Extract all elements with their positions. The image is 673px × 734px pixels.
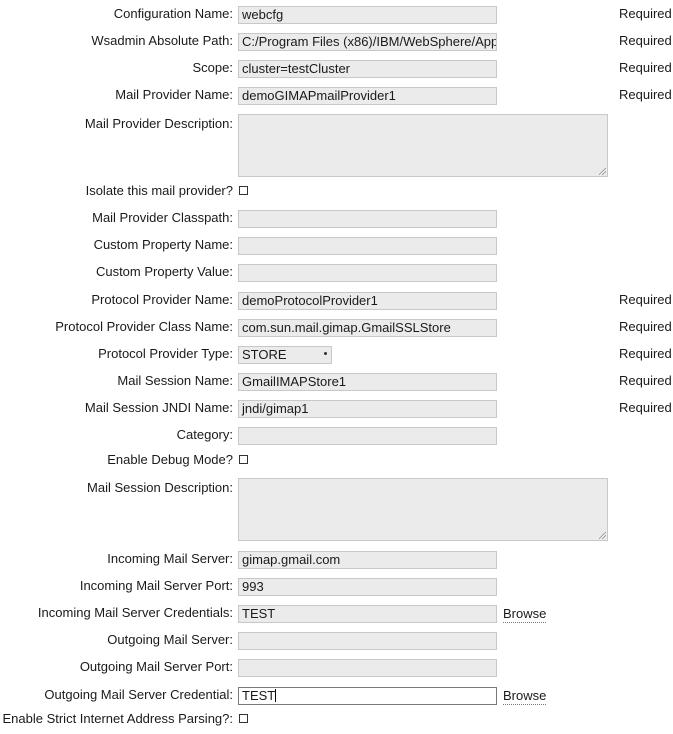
- protocol-provider-type-select[interactable]: STORE: [238, 346, 332, 364]
- outgoing-port-input[interactable]: [238, 659, 497, 677]
- enable-debug-label: Enable Debug Mode?: [107, 452, 233, 467]
- incoming-server-label: Incoming Mail Server:: [107, 551, 233, 566]
- mail-session-jndi-input[interactable]: jndi/gimap1: [238, 400, 497, 418]
- incoming-port-input[interactable]: 993: [238, 578, 497, 596]
- config-name-input[interactable]: webcfg: [238, 6, 497, 24]
- protocol-provider-name-label: Protocol Provider Name:: [91, 292, 233, 307]
- dropdown-caret-icon: [324, 352, 327, 355]
- resize-grip-icon[interactable]: [599, 532, 606, 539]
- custom-prop-value-label: Custom Property Value:: [95, 264, 233, 279]
- isolate-provider-label: Isolate this mail provider?: [85, 183, 233, 198]
- scope-required: Required: [619, 60, 672, 75]
- mail-session-name-input[interactable]: GmailIMAPStore1: [238, 373, 497, 391]
- config-name-label: Configuration Name:: [113, 6, 233, 21]
- category-input[interactable]: [238, 427, 497, 445]
- outgoing-creds-value: TEST: [242, 688, 276, 703]
- outgoing-server-label: Outgoing Mail Server:: [107, 632, 233, 647]
- mail-session-jndi-required: Required: [619, 400, 672, 415]
- mail-provider-name-required: Required: [619, 87, 672, 102]
- incoming-creds-browse-link[interactable]: Browse: [503, 606, 547, 623]
- mail-provider-desc-label: Mail Provider Description:: [84, 116, 233, 131]
- wsadmin-path-label: Wsadmin Absolute Path:: [91, 33, 233, 48]
- wsadmin-path-required: Required: [619, 33, 672, 48]
- protocol-provider-class-label: Protocol Provider Class Name:: [55, 319, 233, 334]
- incoming-creds-input[interactable]: TEST: [238, 605, 497, 623]
- protocol-provider-name-required: Required: [619, 292, 672, 307]
- outgoing-server-input[interactable]: [238, 632, 497, 650]
- mail-session-desc-textarea[interactable]: [238, 478, 608, 541]
- scope-label: Scope:: [192, 60, 233, 75]
- scope-input[interactable]: cluster=testCluster: [238, 60, 497, 78]
- mail-provider-classpath-label: Mail Provider Classpath:: [92, 210, 233, 225]
- outgoing-creds-input[interactable]: TEST: [238, 687, 497, 705]
- protocol-provider-class-input[interactable]: com.sun.mail.gimap.GmailSSLStore: [238, 319, 497, 337]
- custom-prop-name-input[interactable]: [238, 237, 497, 255]
- protocol-provider-type-required: Required: [619, 346, 672, 361]
- mail-provider-name-input[interactable]: demoGIMAPmailProvider1: [238, 87, 497, 105]
- mail-session-desc-label: Mail Session Description:: [87, 480, 233, 495]
- outgoing-creds-label: Outgoing Mail Server Credential:: [44, 687, 233, 702]
- protocol-provider-name-input[interactable]: demoProtocolProvider1: [238, 292, 497, 310]
- enable-debug-checkbox[interactable]: [239, 455, 248, 464]
- mail-session-name-required: Required: [619, 373, 672, 388]
- outgoing-port-label: Outgoing Mail Server Port:: [79, 659, 233, 674]
- strict-parsing-checkbox[interactable]: [239, 714, 248, 723]
- isolate-provider-checkbox[interactable]: [239, 186, 248, 195]
- protocol-provider-type-value: STORE: [242, 347, 287, 362]
- resize-grip-icon[interactable]: [599, 168, 606, 175]
- incoming-creds-label: Incoming Mail Server Credentials:: [37, 605, 233, 620]
- strict-parsing-label: Enable Strict Internet Address Parsing?:: [2, 711, 233, 726]
- mail-provider-desc-textarea[interactable]: [238, 114, 608, 177]
- outgoing-creds-browse-link[interactable]: Browse: [503, 688, 547, 705]
- protocol-provider-type-label: Protocol Provider Type:: [98, 346, 233, 361]
- custom-prop-value-input[interactable]: [238, 264, 497, 282]
- mail-session-jndi-label: Mail Session JNDI Name:: [84, 400, 233, 415]
- incoming-server-input[interactable]: gimap.gmail.com: [238, 551, 497, 569]
- protocol-provider-class-required: Required: [619, 319, 672, 334]
- incoming-port-label: Incoming Mail Server Port:: [79, 578, 233, 593]
- mail-provider-name-label: Mail Provider Name:: [115, 87, 233, 102]
- custom-prop-name-label: Custom Property Name:: [93, 237, 233, 252]
- text-cursor: [275, 689, 277, 702]
- config-name-required: Required: [619, 6, 672, 21]
- category-label: Category:: [176, 427, 233, 442]
- wsadmin-path-input[interactable]: C:/Program Files (x86)/IBM/WebSphere/App…: [238, 33, 497, 51]
- mail-provider-classpath-input[interactable]: [238, 210, 497, 228]
- mail-session-name-label: Mail Session Name:: [117, 373, 233, 388]
